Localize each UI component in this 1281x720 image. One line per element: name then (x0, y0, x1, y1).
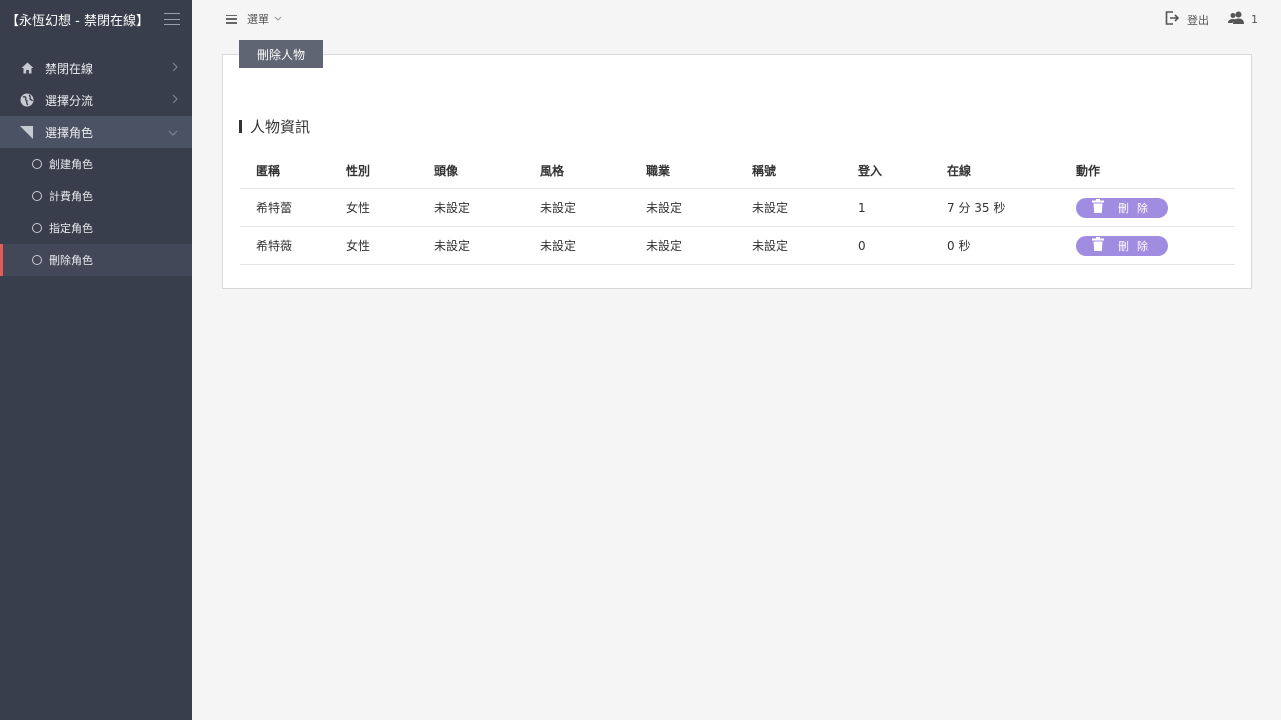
sidebar-item-label: 選擇分流 (45, 93, 94, 108)
sidebar-subitem-label: 指定角色 (49, 222, 93, 235)
trash-icon (1092, 199, 1104, 216)
menu-dropdown[interactable]: 選單 (226, 11, 282, 27)
sidebar-subitem-assign-character[interactable]: 指定角色 (0, 212, 192, 244)
table-cell-style: 未設定 (540, 201, 577, 215)
chevron-down-icon (274, 14, 282, 24)
delete-button-label: 刪除 (1118, 202, 1156, 215)
table-cell-logins: 1 (858, 200, 866, 215)
menu-label: 選單 (247, 13, 269, 26)
card-tab-delete-character[interactable]: 刪除人物 (239, 40, 323, 68)
table-header-cell: 登入 (858, 163, 883, 178)
table-cell-gender: 女性 (346, 239, 371, 253)
sidebar-subitem-label: 刪除角色 (49, 254, 93, 267)
sidebar: 【永恆幻想 - 禁閉在線】 禁閉在線 選擇分流 選擇角色 創建角色 計費角色 指… (0, 0, 192, 720)
table-cell-action: 刪除 (1076, 235, 1235, 256)
corner-arrow-icon (20, 125, 34, 139)
table-header-cell: 職業 (646, 163, 671, 178)
table-cell-action: 刪除 (1076, 197, 1235, 218)
menu-icon (226, 14, 237, 24)
character-table: 匿稱 性別 頭像 風格 職業 稱號 登入 在線 動作 希特蕾 女性 未設定 未設… (240, 152, 1235, 265)
table-cell-logins: 0 (858, 238, 866, 253)
app-title: 【永恆幻想 - 禁閉在線】 (6, 13, 149, 29)
table-header-cell: 在線 (947, 163, 972, 178)
circle-icon (32, 159, 42, 169)
table-cell-title: 未設定 (752, 201, 789, 215)
logout-label: 登出 (1187, 13, 1209, 27)
chevron-right-icon (172, 94, 178, 107)
globe-icon (20, 93, 34, 107)
table-cell-job: 未設定 (646, 201, 683, 215)
logout-icon (1165, 11, 1187, 28)
table-header-cell: 動作 (1076, 163, 1101, 178)
table-cell-online-time: 0 秒 (947, 239, 971, 253)
users-icon (1228, 11, 1251, 27)
logout-button[interactable]: 登出 (1165, 11, 1209, 28)
home-icon (20, 61, 34, 75)
sidebar-header: 【永恆幻想 - 禁閉在線】 (0, 0, 192, 38)
section-title-text: 人物資訊 (250, 117, 311, 136)
table-header-cell: 頭像 (434, 163, 459, 178)
table-cell-style: 未設定 (540, 239, 577, 253)
table-cell-online-time: 7 分 35 秒 (947, 201, 1006, 215)
circle-icon (32, 255, 42, 265)
table-cell-gender: 女性 (346, 201, 371, 215)
circle-icon (32, 191, 42, 201)
table-header-row: 匿稱 性別 頭像 風格 職業 稱號 登入 在線 動作 (240, 152, 1235, 189)
sidebar-item-jail-online[interactable]: 禁閉在線 (0, 52, 192, 84)
sidebar-item-select-server[interactable]: 選擇分流 (0, 84, 192, 116)
sidebar-subitem-label: 計費角色 (49, 190, 93, 203)
sidebar-subitem-label: 創建角色 (49, 158, 93, 171)
table-header-cell: 匿稱 (256, 163, 281, 178)
table-cell-nickname: 希特蕾 (256, 201, 293, 215)
table-cell-avatar: 未設定 (434, 239, 471, 253)
section-title-bar (239, 119, 242, 133)
chevron-right-icon (172, 62, 178, 75)
table-cell-job: 未設定 (646, 239, 683, 253)
table-row: 希特蕾 女性 未設定 未設定 未設定 未設定 1 7 分 35 秒 刪除 (240, 189, 1235, 227)
table-cell-title: 未設定 (752, 239, 789, 253)
section-title: 人物資訊 (239, 117, 311, 136)
trash-icon (1092, 237, 1104, 254)
table-cell-avatar: 未設定 (434, 201, 471, 215)
users-count: 1 (1251, 12, 1258, 26)
delete-button[interactable]: 刪除 (1076, 235, 1168, 256)
table-cell-nickname: 希特薇 (256, 239, 293, 253)
delete-button-label: 刪除 (1118, 240, 1156, 253)
table-header-cell: 稱號 (752, 163, 777, 178)
circle-icon (32, 223, 42, 233)
online-users-indicator[interactable]: 1 (1228, 11, 1258, 27)
table-header-cell: 性別 (346, 163, 371, 178)
sidebar-item-label: 禁閉在線 (45, 61, 94, 76)
sidebar-item-label: 選擇角色 (45, 125, 94, 140)
sidebar-subitem-billing-character[interactable]: 計費角色 (0, 180, 192, 212)
table-row: 希特薇 女性 未設定 未設定 未設定 未設定 0 0 秒 刪除 (240, 227, 1235, 265)
chevron-down-icon (168, 126, 178, 139)
delete-button[interactable]: 刪除 (1076, 197, 1168, 218)
table-header-cell: 風格 (540, 163, 565, 178)
sidebar-item-select-character[interactable]: 選擇角色 (0, 116, 192, 148)
sidebar-toggle-icon[interactable] (164, 13, 180, 25)
sidebar-subitem-delete-character[interactable]: 刪除角色 (0, 244, 192, 276)
sidebar-subitem-create-character[interactable]: 創建角色 (0, 148, 192, 180)
sidebar-nav: 禁閉在線 選擇分流 選擇角色 創建角色 計費角色 指定角色 刪除角色 (0, 52, 192, 276)
topbar: 選單 登出 1 (192, 0, 1281, 38)
